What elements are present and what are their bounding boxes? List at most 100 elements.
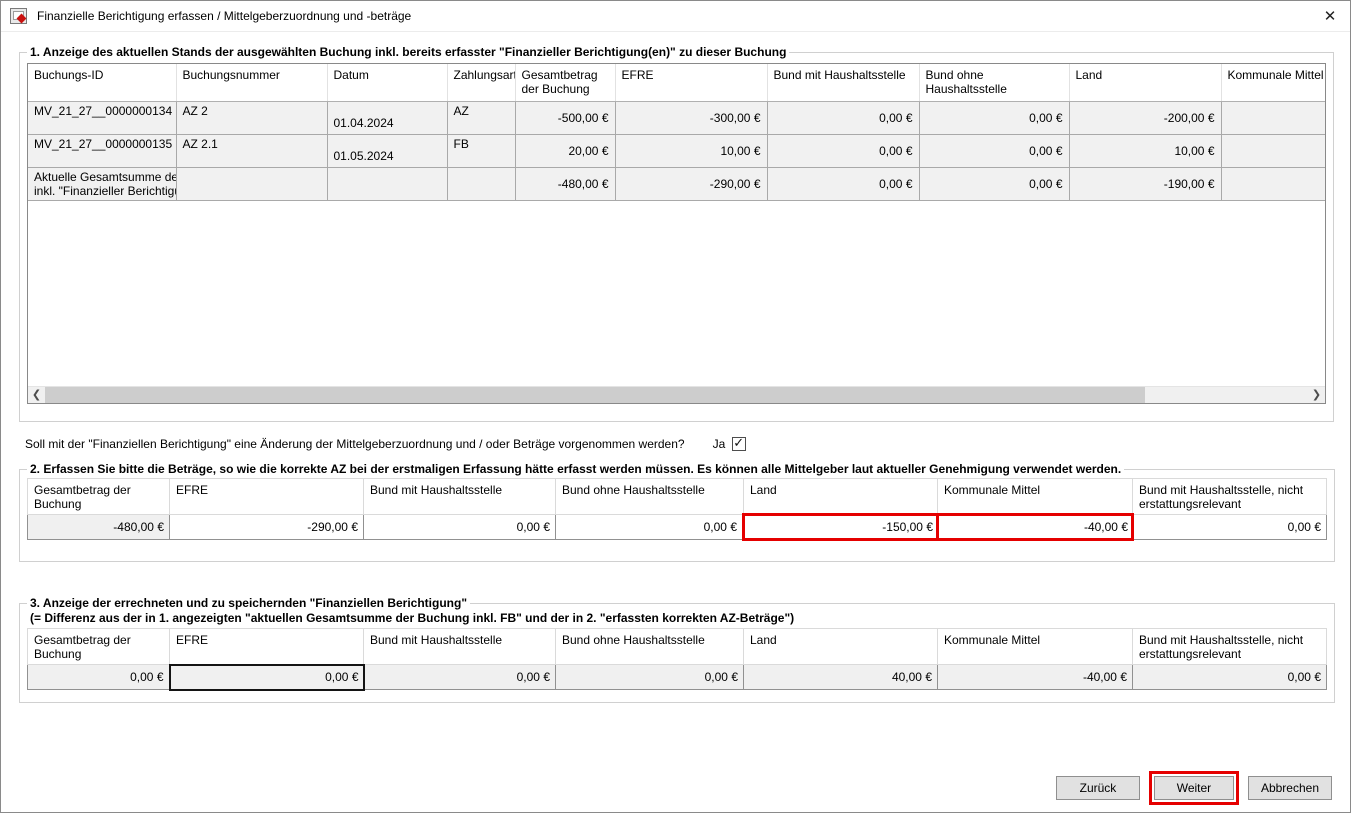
- col-header-kommunale: Kommunale Mittel: [938, 629, 1133, 665]
- col-header-bund-mit-nicht-erstattung: Bund mit Haushaltsstelle, nicht erstattu…: [1133, 629, 1327, 665]
- cell-buchungs-id: MV_21_27__0000000134: [28, 101, 176, 134]
- input-kommunale-highlighted[interactable]: -40,00 €: [938, 515, 1133, 540]
- scrollbar-track[interactable]: [45, 387, 1308, 403]
- cancel-button[interactable]: Abbrechen: [1248, 776, 1332, 800]
- col-header-bund-ohne: Bund ohne Haushaltsstelle: [556, 479, 744, 515]
- col-header-kommunale: Kommunale Mittel: [1221, 64, 1326, 101]
- computed-correction-table: Gesamtbetrag der Buchung EFRE Bund mit H…: [27, 628, 1327, 691]
- section-2-legend: 2. Erfassen Sie bitte die Beträge, so wi…: [27, 462, 1124, 476]
- correct-amounts-header-row: Gesamtbetrag der Buchung EFRE Bund mit H…: [28, 479, 1327, 515]
- scroll-left-icon[interactable]: ❮: [28, 387, 45, 403]
- bookings-table-container: Buchungs-ID Buchungsnummer Datum Zahlung…: [27, 63, 1326, 404]
- cell-land: 10,00 €: [1069, 134, 1221, 167]
- output-land: 40,00 €: [744, 665, 938, 690]
- title-bar: Finanzielle Berichtigung erfassen / Mitt…: [1, 1, 1350, 32]
- cell-zahlungsart: AZ: [447, 101, 515, 134]
- cell-empty: [327, 167, 447, 200]
- sum-bund-ohne: 0,00 €: [919, 167, 1069, 200]
- output-efre-focused[interactable]: 0,00 €: [170, 665, 364, 690]
- col-header-bund-mit: Bund mit Haushaltsstelle: [767, 64, 919, 101]
- sum-label-line-1: Aktuelle Gesamtsumme der Buc: [34, 170, 170, 184]
- col-header-land: Land: [1069, 64, 1221, 101]
- section-3-groupbox: 3. Anzeige der errechneten und zu speich…: [19, 596, 1335, 703]
- col-header-kommunale: Kommunale Mittel: [938, 479, 1133, 515]
- cell-bund-ohne: 0,00 €: [919, 134, 1069, 167]
- cell-bund-mit: 0,00 €: [767, 134, 919, 167]
- computed-correction-header-row: Gesamtbetrag der Buchung EFRE Bund mit H…: [28, 629, 1327, 665]
- input-efre[interactable]: -290,00 €: [170, 515, 364, 540]
- horizontal-scrollbar[interactable]: ❮ ❯: [28, 386, 1325, 403]
- close-icon[interactable]: ✕: [1310, 1, 1350, 32]
- output-bund-mit: 0,00 €: [364, 665, 556, 690]
- mittelgeber-question-row: Soll mit der "Finanziellen Berichtigung"…: [25, 437, 746, 451]
- col-header-efre: EFRE: [615, 64, 767, 101]
- output-bund-mit-nicht-erstattung: 0,00 €: [1133, 665, 1327, 690]
- sum-row: Aktuelle Gesamtsumme der Buc inkl. "Fina…: [28, 167, 1326, 200]
- col-header-bund-mit-nicht-erstattung: Bund mit Haushaltsstelle, nicht erstattu…: [1133, 479, 1327, 515]
- sum-land: -190,00 €: [1069, 167, 1221, 200]
- section-1-legend: 1. Anzeige des aktuellen Stands der ausg…: [27, 45, 789, 59]
- col-header-datum: Datum: [327, 64, 447, 101]
- table-row: MV_21_27__0000000134 AZ 2 01.04.2024 AZ …: [28, 101, 1326, 134]
- sum-efre: -290,00 €: [615, 167, 767, 200]
- col-header-bund-ohne: Bund ohne Haushaltsstelle: [919, 64, 1069, 101]
- cell-kommunale: [1221, 101, 1326, 134]
- col-header-bund-mit: Bund mit Haushaltsstelle: [364, 479, 556, 515]
- bookings-table: Buchungs-ID Buchungsnummer Datum Zahlung…: [28, 64, 1326, 201]
- cell-land: -200,00 €: [1069, 101, 1221, 134]
- back-button[interactable]: Zurück: [1056, 776, 1140, 800]
- correct-amounts-table: Gesamtbetrag der Buchung EFRE Bund mit H…: [27, 478, 1327, 541]
- footer-button-bar: Zurück Weiter Abbrechen: [1056, 771, 1332, 805]
- question-label: Soll mit der "Finanziellen Berichtigung"…: [25, 437, 685, 451]
- cell-buchungs-id: MV_21_27__0000000135: [28, 134, 176, 167]
- sum-gesamtbetrag: -480,00 €: [515, 167, 615, 200]
- section-2-groupbox: 2. Erfassen Sie bitte die Beträge, so wi…: [19, 462, 1335, 562]
- col-header-efre: EFRE: [170, 479, 364, 515]
- input-bund-ohne[interactable]: 0,00 €: [556, 515, 744, 540]
- output-gesamtbetrag: 0,00 €: [28, 665, 170, 690]
- sum-bund-mit: 0,00 €: [767, 167, 919, 200]
- cell-zahlungsart: FB: [447, 134, 515, 167]
- next-button[interactable]: Weiter: [1154, 776, 1234, 800]
- col-header-efre: EFRE: [170, 629, 364, 665]
- sum-kommunale: [1221, 167, 1326, 200]
- output-kommunale: -40,00 €: [938, 665, 1133, 690]
- table-row: MV_21_27__0000000135 AZ 2.1 01.05.2024 F…: [28, 134, 1326, 167]
- window-title: Finanzielle Berichtigung erfassen / Mitt…: [37, 9, 411, 23]
- ja-checkbox[interactable]: ✓: [732, 437, 746, 451]
- col-header-gesamtbetrag: Gesamtbetrag der Buchung: [28, 479, 170, 515]
- app-icon: [10, 8, 27, 24]
- output-bund-ohne: 0,00 €: [556, 665, 744, 690]
- section-1-groupbox: 1. Anzeige des aktuellen Stands der ausg…: [19, 45, 1334, 422]
- cell-datum: 01.05.2024: [327, 134, 447, 167]
- col-header-buchungs-id: Buchungs-ID: [28, 64, 176, 101]
- cell-buchungsnummer: AZ 2: [176, 101, 327, 134]
- cell-kommunale: [1221, 134, 1326, 167]
- col-header-gesamtbetrag: Gesamtbetrag der Buchung: [28, 629, 170, 665]
- computed-correction-value-row: 0,00 € 0,00 € 0,00 € 0,00 € 40,00 € -40,…: [28, 665, 1327, 690]
- col-header-zahlungsart: Zahlungsart: [447, 64, 515, 101]
- input-bund-mit-nicht-erstattung[interactable]: 0,00 €: [1133, 515, 1327, 540]
- cell-efre: 10,00 €: [615, 134, 767, 167]
- section-3-legend-line-2: (= Differenz aus der in 1. angezeigten "…: [30, 611, 1327, 625]
- next-button-highlight: Weiter: [1149, 771, 1239, 805]
- scrollbar-thumb[interactable]: [45, 387, 1145, 403]
- input-gesamtbetrag: -480,00 €: [28, 515, 170, 540]
- cell-bund-mit: 0,00 €: [767, 101, 919, 134]
- scroll-right-icon[interactable]: ❯: [1308, 387, 1325, 403]
- cell-gesamtbetrag: 20,00 €: [515, 134, 615, 167]
- correct-amounts-value-row: -480,00 € -290,00 € 0,00 € 0,00 € -150,0…: [28, 515, 1327, 540]
- cell-gesamtbetrag: -500,00 €: [515, 101, 615, 134]
- sum-label-line-2: inkl. "Finanzieller Berichtigung(e: [34, 184, 170, 198]
- bookings-header-row: Buchungs-ID Buchungsnummer Datum Zahlung…: [28, 64, 1326, 101]
- input-land-highlighted[interactable]: -150,00 €: [744, 515, 938, 540]
- col-header-land: Land: [744, 479, 938, 515]
- ja-label: Ja: [713, 437, 726, 451]
- cell-datum: 01.04.2024: [327, 101, 447, 134]
- cell-empty: [447, 167, 515, 200]
- col-header-land: Land: [744, 629, 938, 665]
- col-header-bund-ohne: Bund ohne Haushaltsstelle: [556, 629, 744, 665]
- input-bund-mit[interactable]: 0,00 €: [364, 515, 556, 540]
- col-header-gesamtbetrag: Gesamtbetrag der Buchung: [515, 64, 615, 101]
- cell-efre: -300,00 €: [615, 101, 767, 134]
